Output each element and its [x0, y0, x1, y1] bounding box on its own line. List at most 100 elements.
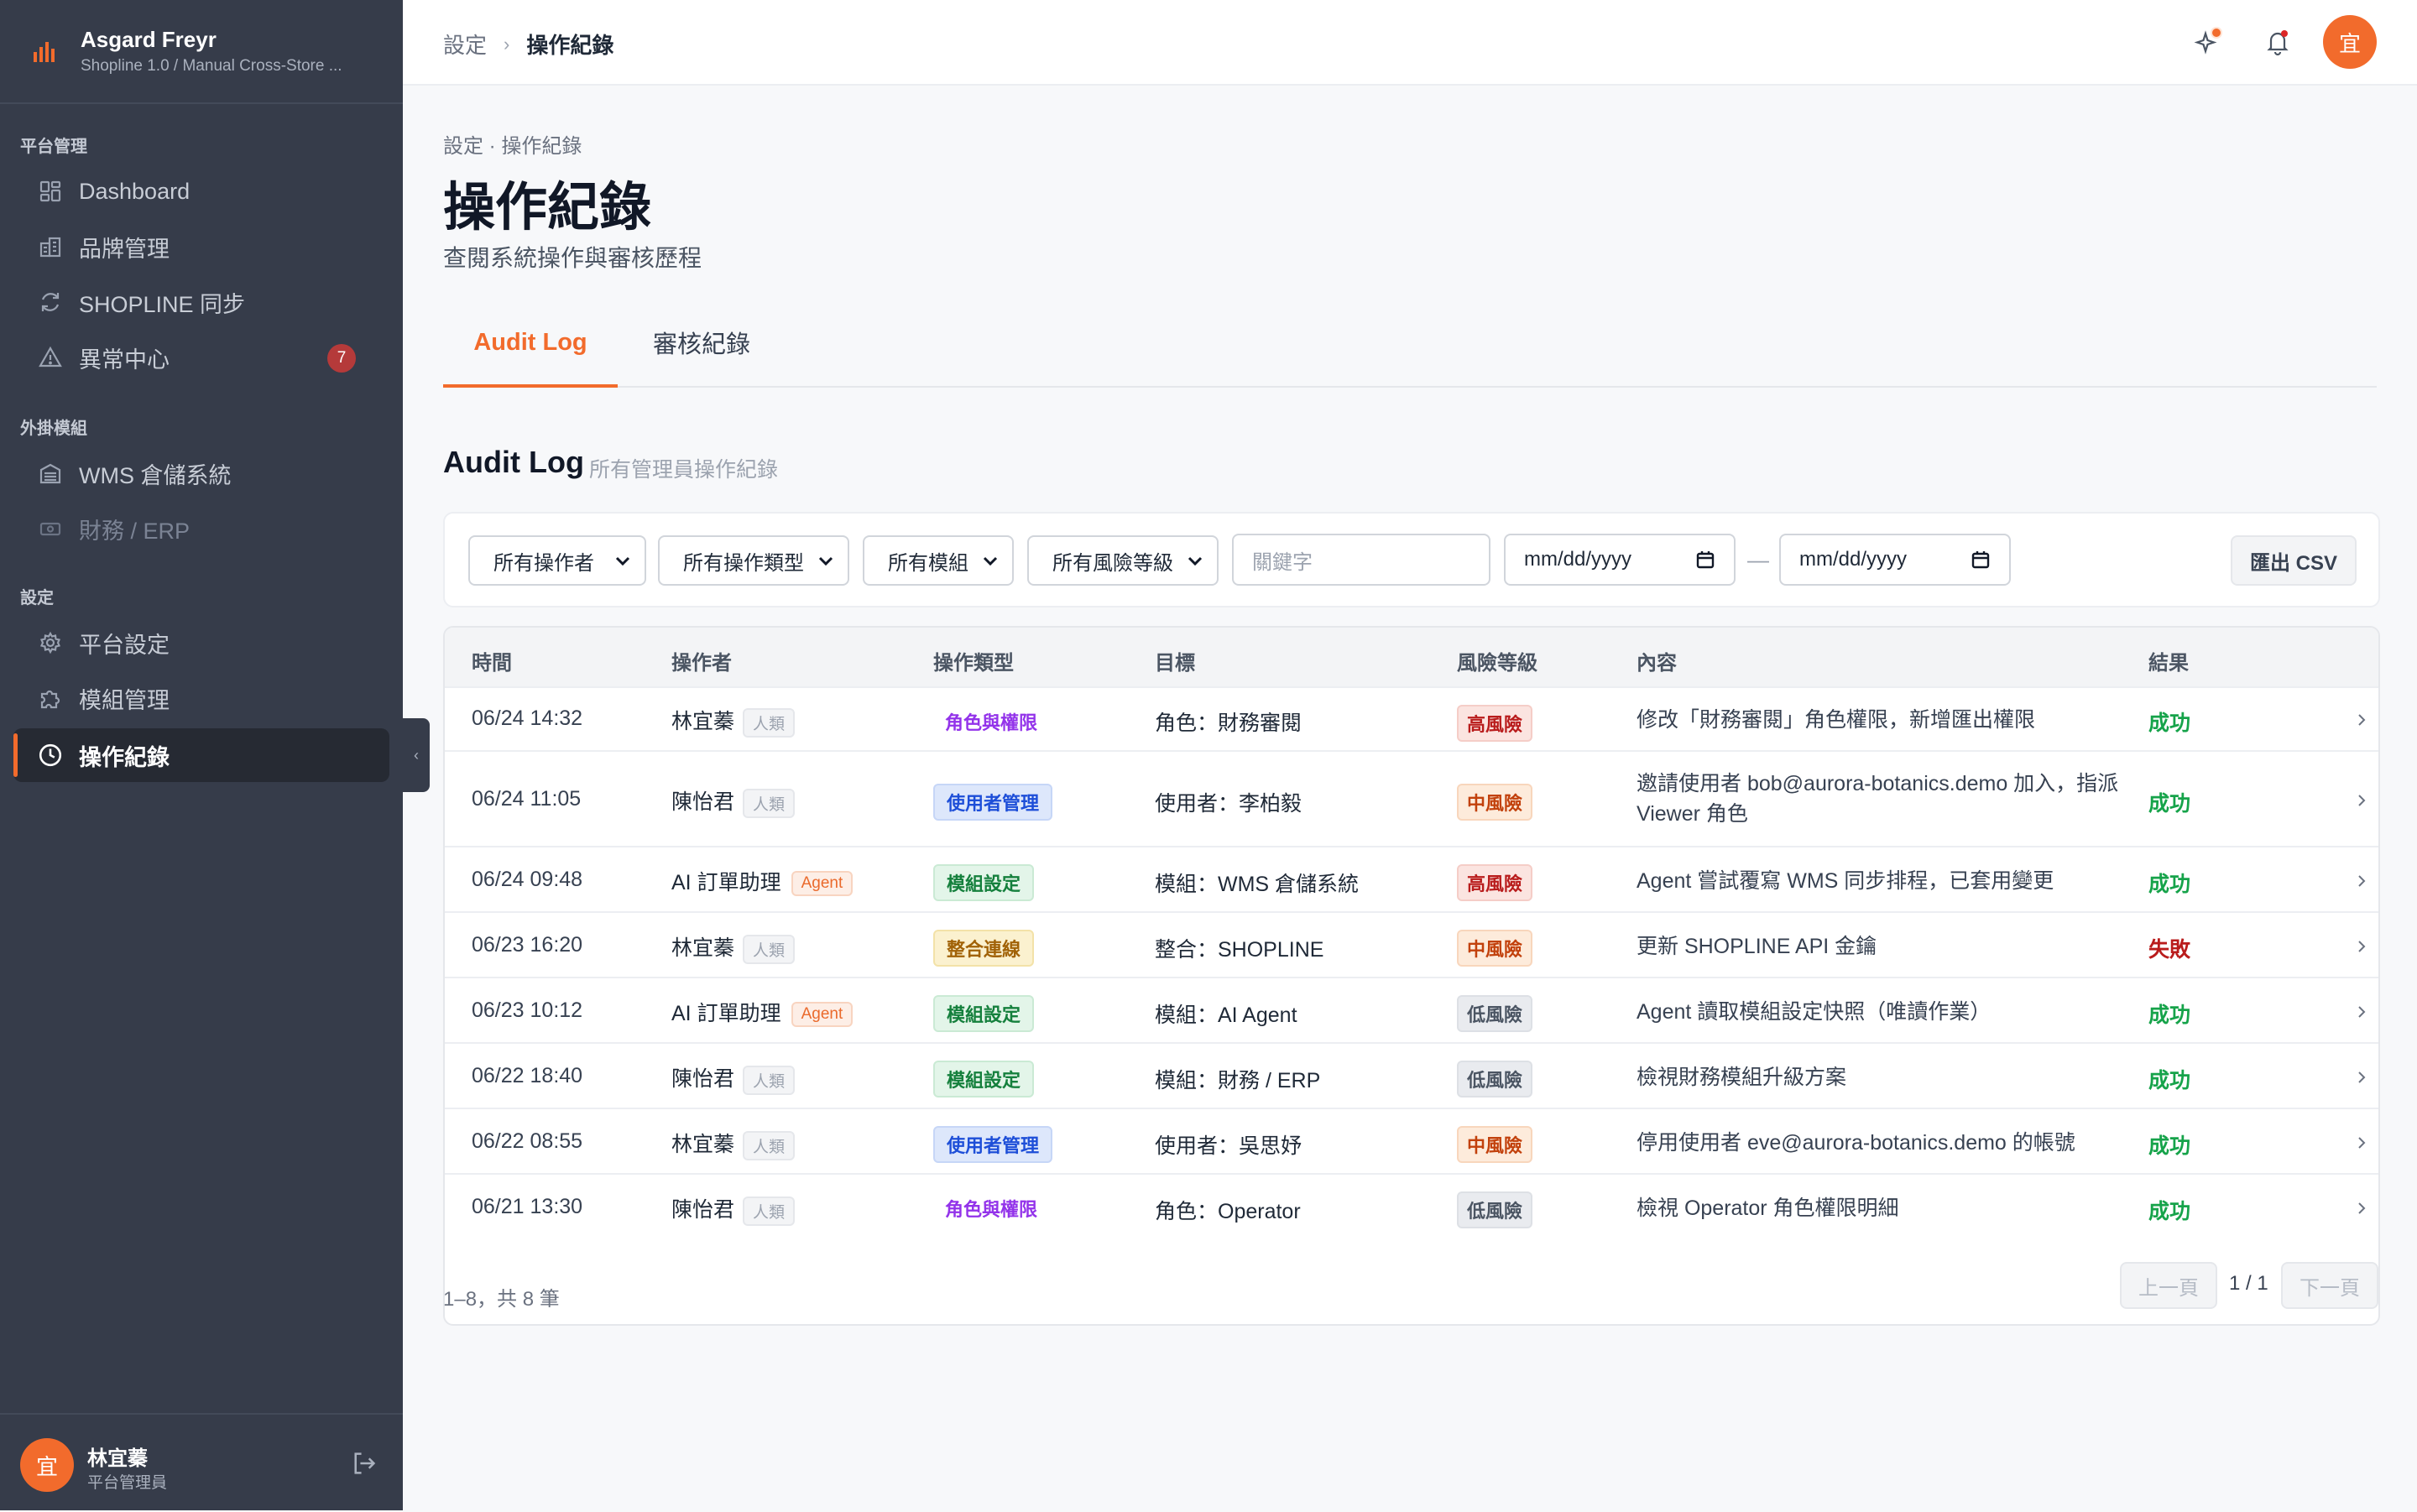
chevron-down-icon — [1188, 556, 1203, 566]
main-content: 設定 · 操作紀錄 操作紀錄 查閱系統操作與審核歷程 Audit Log 審核紀… — [403, 84, 2417, 1510]
sidebar-item-dashboard[interactable]: Dashboard — [13, 164, 389, 218]
ai-assistant-button[interactable] — [2189, 22, 2229, 62]
cell-operator: AI 訂單助理 Agent — [671, 866, 854, 897]
operator-name: 林宜蓁 — [671, 710, 735, 733]
cell-content: 檢視 Operator 角色權限明細 — [1637, 1197, 1899, 1220]
sidebar-item-module-management[interactable]: 模組管理 — [13, 671, 389, 725]
sidebar-item-platform-settings[interactable]: 平台設定 — [13, 616, 389, 670]
sidebar-item-label: WMS 倉儲系統 — [79, 462, 232, 488]
finance-icon — [37, 515, 64, 542]
sidebar: Asgard Freyr Shopline 1.0 / Manual Cross… — [0, 0, 403, 1510]
chevron-right-icon: › — [504, 33, 510, 55]
warning-icon — [37, 344, 64, 371]
tab-review-records[interactable]: 審核紀錄 — [618, 299, 786, 386]
cell-content: 停用使用者 eve@aurora-botanics.demo 的帳號 — [1637, 1131, 2075, 1155]
brand-header[interactable]: Asgard Freyr Shopline 1.0 / Manual Cross… — [0, 0, 403, 104]
table-row[interactable]: 06/24 11:05 陳怡君 人類 使用者管理 使用者：李柏毅 中風險 邀請使用… — [445, 750, 2378, 847]
cell-op-type: 角色與權限 — [933, 1191, 1049, 1225]
table-row[interactable]: 06/23 10:12 AI 訂單助理 Agent 模組設定 模組：AI Agen… — [445, 977, 2378, 1044]
sidebar-item-shopline-sync[interactable]: SHOPLINE 同步 — [13, 275, 389, 329]
cell-time: 06/23 10:12 — [472, 998, 583, 1022]
operator-type-tag: 人類 — [743, 788, 796, 818]
table-row[interactable]: 06/22 18:40 陳怡君 人類 模組設定 模組：財務 / ERP 低風險 檢… — [445, 1042, 2378, 1109]
table-row[interactable]: 06/24 09:48 AI 訂單助理 Agent 模組設定 模組：WMS 倉儲系… — [445, 846, 2378, 913]
notifications-button[interactable] — [2258, 22, 2298, 62]
chevron-right-icon — [2358, 1202, 2366, 1214]
calendar-icon[interactable] — [1971, 550, 1991, 570]
table-row[interactable]: 06/22 08:55 林宜蓁 人類 使用者管理 使用者：吳思妤 中風險 停用使用… — [445, 1108, 2378, 1175]
avatar[interactable]: 宜 — [2323, 15, 2377, 69]
module-filter-select[interactable]: 所有模組 — [863, 535, 1014, 586]
risk-badge: 中風險 — [1457, 1126, 1533, 1163]
calendar-icon[interactable] — [1695, 550, 1715, 570]
chevron-right-icon — [2358, 1071, 2366, 1083]
pagination-summary: 1–8，共 8 筆 — [443, 1288, 560, 1311]
cell-content: 修改「財務審閱」角色權限，新增匯出權限 — [1637, 708, 2036, 732]
table-row[interactable]: 06/24 14:32 林宜蓁 人類 角色與權限 角色：財務審閱 高風險 修改「財… — [445, 686, 2378, 752]
date-to-input[interactable]: mm/dd/yyyy — [1779, 534, 2011, 586]
date-from-input[interactable]: mm/dd/yyyy — [1504, 534, 1736, 586]
tab-audit-log[interactable]: Audit Log — [443, 299, 618, 388]
sidebar-item-wms[interactable]: WMS 倉儲系統 — [13, 446, 389, 500]
keyword-input[interactable]: 關鍵字 — [1232, 534, 1490, 586]
sidebar-item-audit-log[interactable]: 操作紀錄 — [13, 728, 389, 782]
cell-target: 整合：SHOPLINE — [1155, 938, 1324, 962]
op-type-badge: 角色與權限 — [945, 712, 1038, 733]
bell-icon — [2267, 30, 2289, 56]
date-value: mm/dd/yyyy — [1524, 548, 1632, 571]
avatar[interactable]: 宜 — [20, 1438, 74, 1492]
table-row[interactable]: 06/23 16:20 林宜蓁 人類 整合連線 整合：SHOPLINE 中風險 更… — [445, 911, 2378, 978]
page-indicator: 1 / 1 — [2229, 1272, 2268, 1295]
logout-icon[interactable] — [351, 1450, 378, 1477]
cell-op-type: 使用者管理 — [933, 784, 1053, 821]
next-page-button[interactable]: 下一頁 — [2281, 1262, 2378, 1309]
chevron-right-icon — [2358, 795, 2366, 806]
audit-log-table: 時間 操作者 操作類型 目標 風險等級 內容 結果 06/24 14:32 林宜… — [443, 626, 2380, 1326]
cell-content: Agent 讀取模組設定快照（唯讀作業） — [1637, 1000, 1992, 1024]
cell-risk: 低風險 — [1457, 1191, 1533, 1228]
sync-icon — [37, 289, 64, 315]
cell-op-type: 整合連線 — [933, 930, 1035, 967]
cell-content: 邀請使用者 bob@aurora-botanics.demo 加入，指派 Vie… — [1637, 772, 2119, 826]
dashboard-icon — [37, 178, 64, 205]
operator-type-tag: Agent — [791, 871, 854, 897]
export-csv-button[interactable]: 匯出 CSV — [2231, 535, 2357, 586]
sidebar-item-brands[interactable]: 品牌管理 — [13, 220, 389, 274]
sidebar-section-plugins: 外掛模組 — [20, 420, 87, 438]
risk-badge: 低風險 — [1457, 1061, 1533, 1098]
breadcrumb: 設定 › 操作紀錄 — [443, 29, 613, 60]
column-header-target: 目標 — [1155, 652, 1195, 675]
cell-op-type: 模組設定 — [933, 995, 1035, 1032]
chevron-right-icon — [2358, 875, 2366, 887]
prev-page-button[interactable]: 上一頁 — [2120, 1262, 2217, 1309]
operator-type-tag: 人類 — [743, 1065, 796, 1095]
filter-bar: 所有操作者 所有操作類型 所有模組 所有風險等級 關鍵字 mm/dd/yyyy … — [443, 512, 2380, 607]
sidebar-item-label: SHOPLINE 同步 — [79, 291, 246, 317]
cell-result: 失敗 — [2148, 938, 2191, 962]
cell-time: 06/24 09:48 — [472, 868, 583, 891]
cell-risk: 中風險 — [1457, 784, 1533, 821]
sidebar-item-exceptions[interactable]: 異常中心 7 — [13, 331, 389, 384]
op-type-filter-select[interactable]: 所有操作類型 — [658, 535, 849, 586]
column-header-operator: 操作者 — [671, 652, 732, 675]
operator-filter-select[interactable]: 所有操作者 — [468, 535, 646, 586]
risk-badge: 中風險 — [1457, 784, 1533, 821]
cell-time: 06/23 16:20 — [472, 933, 583, 957]
page-description: 查閱系統操作與審核歷程 — [443, 245, 702, 271]
table-row[interactable]: 06/21 13:30 陳怡君 人類 角色與權限 角色：Operator 低風險 … — [445, 1173, 2378, 1242]
cell-target: 角色：Operator — [1155, 1200, 1301, 1223]
operator-type-tag: 人類 — [743, 707, 796, 738]
cell-result: 成功 — [2148, 1134, 2191, 1158]
cell-result: 成功 — [2148, 792, 2191, 816]
cell-content: 更新 SHOPLINE API 金鑰 — [1637, 935, 1877, 958]
breadcrumb-item[interactable]: 設定 — [443, 29, 487, 60]
cell-time: 06/24 11:05 — [472, 787, 582, 811]
op-type-badge: 角色與權限 — [945, 1199, 1038, 1220]
op-type-badge: 使用者管理 — [933, 1126, 1053, 1163]
sidebar-user: 宜 林宜蓁 平台管理員 — [0, 1413, 403, 1512]
brand-name: Asgard Freyr — [81, 27, 217, 52]
sidebar-item-label: 模組管理 — [79, 687, 170, 713]
clock-icon — [37, 742, 64, 769]
cell-operator: 林宜蓁 人類 — [671, 1128, 796, 1160]
risk-filter-select[interactable]: 所有風險等級 — [1027, 535, 1219, 586]
